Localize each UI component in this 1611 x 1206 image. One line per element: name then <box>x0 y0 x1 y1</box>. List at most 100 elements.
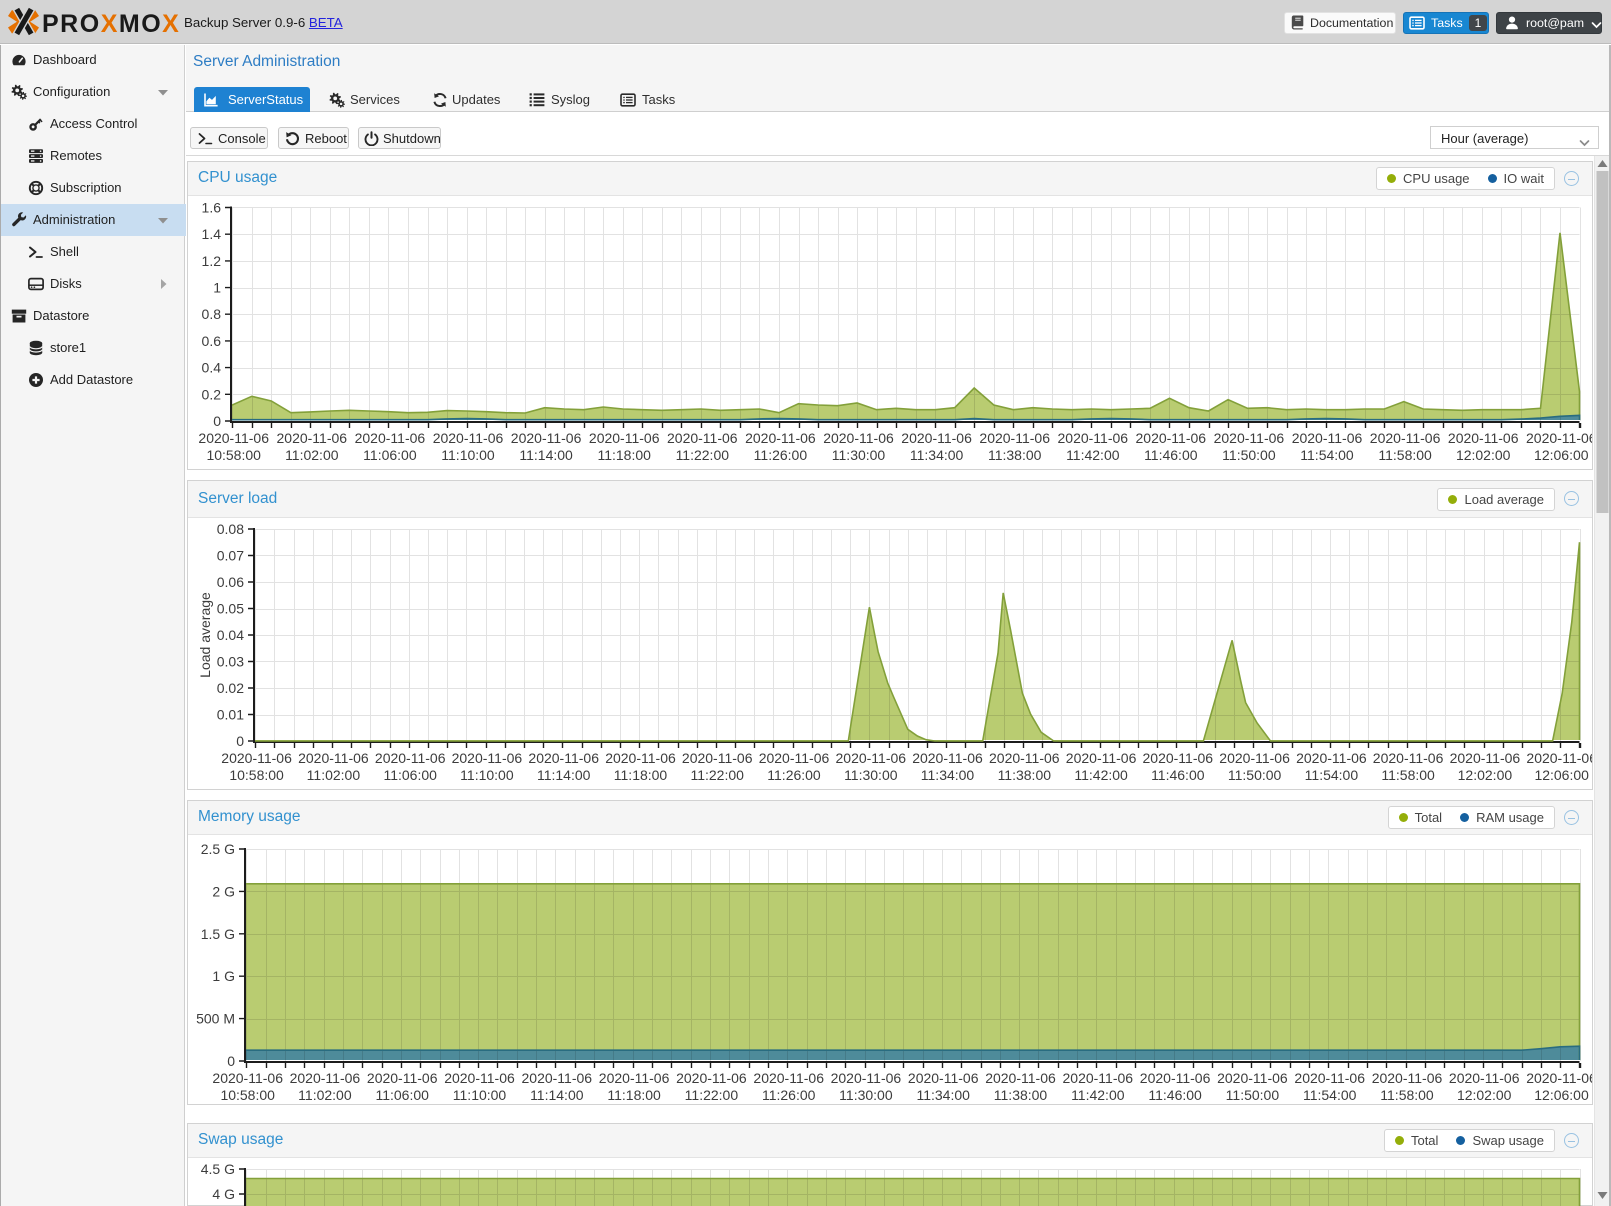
svg-text:2020-11-06: 2020-11-06 <box>831 1070 902 1086</box>
svg-text:11:34:00: 11:34:00 <box>916 1087 970 1103</box>
svg-text:11:26:00: 11:26:00 <box>762 1087 816 1103</box>
svg-text:2020-11-06: 2020-11-06 <box>433 430 504 446</box>
svg-text:2020-11-06: 2020-11-06 <box>1448 430 1519 446</box>
svg-text:2020-11-06: 2020-11-06 <box>979 430 1050 446</box>
svg-text:2020-11-06: 2020-11-06 <box>836 750 907 766</box>
svg-text:11:58:00: 11:58:00 <box>1381 767 1435 783</box>
svg-text:11:50:00: 11:50:00 <box>1228 767 1282 783</box>
svg-text:11:38:00: 11:38:00 <box>988 447 1042 463</box>
svg-text:2020-11-06: 2020-11-06 <box>1450 750 1521 766</box>
svg-text:11:54:00: 11:54:00 <box>1300 447 1354 463</box>
svg-text:2020-11-06: 2020-11-06 <box>1292 430 1363 446</box>
svg-text:10:58:00: 10:58:00 <box>229 767 284 783</box>
svg-text:0.04: 0.04 <box>217 627 244 643</box>
svg-text:0.07: 0.07 <box>217 548 244 564</box>
svg-text:2020-11-06: 2020-11-06 <box>1217 1070 1288 1086</box>
svg-text:11:22:00: 11:22:00 <box>685 1087 739 1103</box>
svg-text:11:42:00: 11:42:00 <box>1066 447 1120 463</box>
svg-text:11:46:00: 11:46:00 <box>1144 447 1198 463</box>
svg-text:11:14:00: 11:14:00 <box>519 447 573 463</box>
svg-text:10:58:00: 10:58:00 <box>206 447 261 463</box>
svg-text:1.2: 1.2 <box>202 253 222 269</box>
svg-text:1.4: 1.4 <box>202 226 222 242</box>
svg-text:11:38:00: 11:38:00 <box>994 1087 1048 1103</box>
svg-text:2020-11-06: 2020-11-06 <box>355 430 426 446</box>
svg-text:2020-11-06: 2020-11-06 <box>1296 750 1367 766</box>
svg-text:11:18:00: 11:18:00 <box>597 447 651 463</box>
svg-text:11:02:00: 11:02:00 <box>307 767 361 783</box>
svg-text:2020-11-06: 2020-11-06 <box>605 750 676 766</box>
svg-text:0.6: 0.6 <box>202 333 222 349</box>
svg-text:12:02:00: 12:02:00 <box>1456 447 1511 463</box>
svg-text:Load average: Load average <box>197 592 213 678</box>
svg-text:2020-11-06: 2020-11-06 <box>522 1070 593 1086</box>
svg-text:2020-11-06: 2020-11-06 <box>212 1070 283 1086</box>
svg-text:2020-11-06: 2020-11-06 <box>1066 750 1137 766</box>
svg-text:2020-11-06: 2020-11-06 <box>1526 750 1592 766</box>
svg-text:2020-11-06: 2020-11-06 <box>589 430 660 446</box>
svg-text:0.02: 0.02 <box>217 680 244 696</box>
svg-text:11:42:00: 11:42:00 <box>1071 1087 1125 1103</box>
svg-text:11:26:00: 11:26:00 <box>767 767 821 783</box>
svg-text:2020-11-06: 2020-11-06 <box>912 750 983 766</box>
svg-text:2020-11-06: 2020-11-06 <box>759 750 830 766</box>
svg-text:11:34:00: 11:34:00 <box>921 767 975 783</box>
svg-text:11:54:00: 11:54:00 <box>1305 767 1359 783</box>
svg-text:11:22:00: 11:22:00 <box>676 447 730 463</box>
svg-text:2020-11-06: 2020-11-06 <box>667 430 738 446</box>
svg-text:2020-11-06: 2020-11-06 <box>277 430 348 446</box>
svg-text:1 G: 1 G <box>212 968 235 984</box>
svg-text:11:18:00: 11:18:00 <box>614 767 668 783</box>
svg-text:11:50:00: 11:50:00 <box>1222 447 1276 463</box>
svg-text:2020-11-06: 2020-11-06 <box>452 750 523 766</box>
svg-text:11:46:00: 11:46:00 <box>1148 1087 1202 1103</box>
svg-text:0: 0 <box>213 413 221 429</box>
svg-text:11:18:00: 11:18:00 <box>607 1087 661 1103</box>
svg-text:2020-11-06: 2020-11-06 <box>375 750 446 766</box>
svg-text:2020-11-06: 2020-11-06 <box>985 1070 1056 1086</box>
svg-text:2020-11-06: 2020-11-06 <box>1526 430 1592 446</box>
svg-text:11:22:00: 11:22:00 <box>690 767 744 783</box>
svg-text:2020-11-06: 2020-11-06 <box>198 430 269 446</box>
svg-text:2020-11-06: 2020-11-06 <box>1449 1070 1520 1086</box>
svg-text:0.8: 0.8 <box>202 306 222 322</box>
svg-text:0.01: 0.01 <box>217 707 244 723</box>
svg-text:12:06:00: 12:06:00 <box>1534 447 1589 463</box>
svg-text:2020-11-06: 2020-11-06 <box>511 430 582 446</box>
svg-text:12:06:00: 12:06:00 <box>1534 767 1589 783</box>
svg-text:11:58:00: 11:58:00 <box>1380 1087 1434 1103</box>
svg-text:0.08: 0.08 <box>217 521 244 537</box>
svg-text:11:38:00: 11:38:00 <box>998 767 1052 783</box>
svg-text:2020-11-06: 2020-11-06 <box>1058 430 1129 446</box>
svg-text:2020-11-06: 2020-11-06 <box>528 750 599 766</box>
svg-text:2020-11-06: 2020-11-06 <box>1140 1070 1211 1086</box>
svg-text:11:10:00: 11:10:00 <box>441 447 495 463</box>
svg-text:2020-11-06: 2020-11-06 <box>1143 750 1214 766</box>
svg-text:0.4: 0.4 <box>202 360 222 376</box>
svg-text:4.5 G: 4.5 G <box>201 1161 235 1177</box>
svg-text:10:58:00: 10:58:00 <box>220 1087 275 1103</box>
svg-text:11:58:00: 11:58:00 <box>1378 447 1432 463</box>
svg-text:11:10:00: 11:10:00 <box>460 767 514 783</box>
svg-text:11:14:00: 11:14:00 <box>530 1087 584 1103</box>
svg-text:2020-11-06: 2020-11-06 <box>444 1070 515 1086</box>
svg-text:11:54:00: 11:54:00 <box>1303 1087 1357 1103</box>
svg-text:11:42:00: 11:42:00 <box>1074 767 1128 783</box>
svg-text:11:02:00: 11:02:00 <box>285 447 339 463</box>
svg-text:2020-11-06: 2020-11-06 <box>221 750 292 766</box>
svg-text:2020-11-06: 2020-11-06 <box>901 430 972 446</box>
svg-text:11:10:00: 11:10:00 <box>453 1087 507 1103</box>
svg-text:0: 0 <box>227 1053 235 1069</box>
svg-text:11:14:00: 11:14:00 <box>537 767 591 783</box>
svg-text:2020-11-06: 2020-11-06 <box>1526 1070 1592 1086</box>
svg-text:0.03: 0.03 <box>217 654 244 670</box>
svg-text:11:06:00: 11:06:00 <box>375 1087 429 1103</box>
svg-text:12:02:00: 12:02:00 <box>1458 767 1513 783</box>
svg-text:11:46:00: 11:46:00 <box>1151 767 1205 783</box>
svg-text:11:06:00: 11:06:00 <box>363 447 417 463</box>
svg-text:11:06:00: 11:06:00 <box>383 767 437 783</box>
svg-text:11:34:00: 11:34:00 <box>910 447 964 463</box>
svg-text:2020-11-06: 2020-11-06 <box>682 750 753 766</box>
svg-text:11:02:00: 11:02:00 <box>298 1087 352 1103</box>
svg-text:11:30:00: 11:30:00 <box>844 767 898 783</box>
